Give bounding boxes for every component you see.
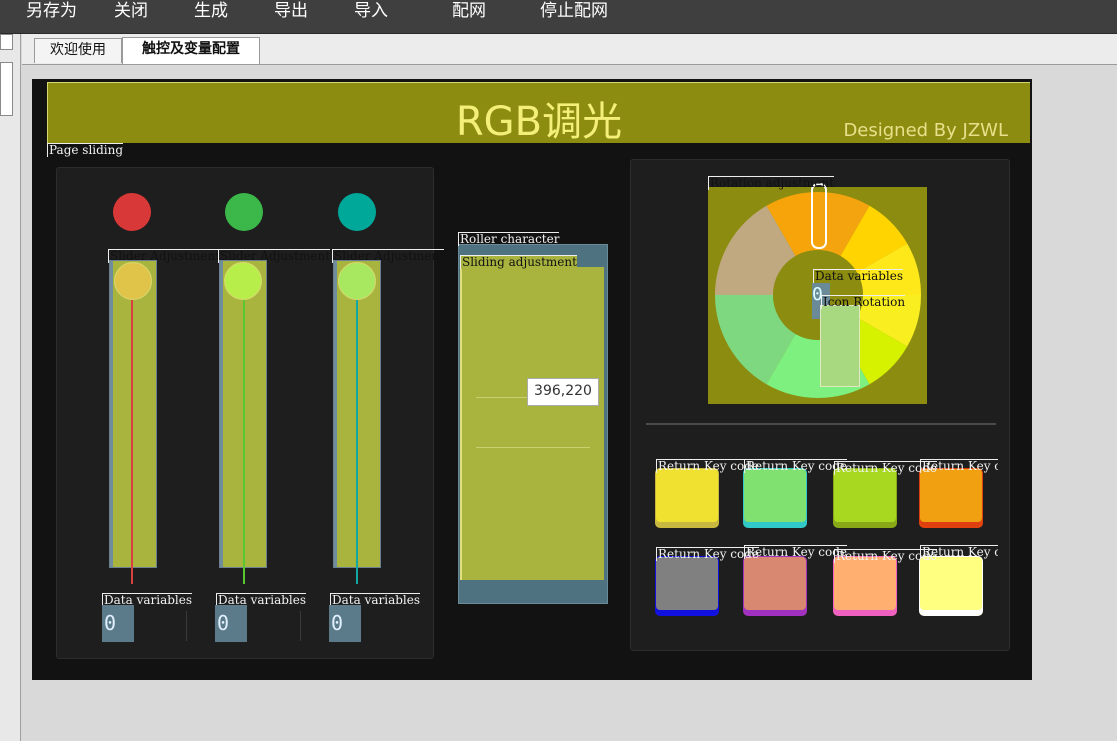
red-slider-track[interactable]	[109, 260, 157, 568]
green-indicator-dot	[225, 193, 263, 231]
gutter-handle[interactable]	[0, 34, 13, 50]
page-sliding-tag[interactable]: Page sliding	[47, 143, 124, 157]
return-key-yellow[interactable]	[656, 469, 718, 527]
red-slider-line	[131, 269, 133, 584]
return-key-tag[interactable]: Return Key code	[744, 459, 848, 473]
data-variables-tag[interactable]: Data variables	[813, 269, 904, 283]
menu-close[interactable]: 关闭	[114, 0, 148, 21]
return-key-light-green[interactable]	[744, 469, 806, 527]
panel-divider	[646, 423, 996, 425]
green-slider-line	[243, 269, 245, 584]
red-slider-tag[interactable]: Slider Adjustment	[108, 249, 221, 263]
tab-touch-variable-config[interactable]: 触控及变量配置	[122, 37, 260, 64]
coordinate-tooltip: 396,220	[527, 378, 599, 406]
return-key-peach[interactable]	[834, 557, 896, 615]
screen-subtitle: Designed By JZWL	[843, 120, 1008, 141]
return-key-tag[interactable]: Return Key code	[920, 459, 998, 473]
return-key-orange[interactable]	[920, 469, 982, 527]
tab-bar: 欢迎使用 触控及变量配置	[22, 34, 1117, 65]
gutter-panel[interactable]	[0, 62, 13, 116]
return-key-tag[interactable]: Return Key code	[920, 545, 998, 559]
return-key-salmon[interactable]	[744, 557, 806, 615]
menu-export[interactable]: 导出	[274, 0, 308, 21]
tab-welcome[interactable]: 欢迎使用	[34, 38, 122, 63]
roller-guide-line	[476, 447, 590, 448]
sliding-adjustment-area[interactable]	[460, 267, 604, 580]
sliding-adjustment-tag[interactable]: Sliding adjustment	[460, 255, 577, 269]
roller-character-tag[interactable]: Roller character	[458, 232, 560, 246]
red-value-display[interactable]: 0	[102, 605, 134, 642]
value-separator	[300, 611, 301, 641]
left-panel-gutter	[0, 34, 21, 741]
return-key-pale-yellow[interactable]	[920, 557, 982, 615]
cyan-slider-line	[356, 269, 358, 584]
cyan-slider-tag[interactable]: Slider Adjustment	[332, 249, 445, 263]
rotation-handle[interactable]	[811, 183, 827, 249]
value-separator	[186, 611, 187, 641]
title-banner: RGB调光 Designed By JZWL	[47, 82, 1030, 145]
menu-generate[interactable]: 生成	[194, 0, 228, 21]
menu-bar: 另存为 关闭 生成 导出 导入 配网 停止配网	[0, 0, 1117, 34]
cyan-indicator-dot	[338, 193, 376, 231]
green-value-display[interactable]: 0	[215, 605, 247, 642]
return-key-gray[interactable]	[656, 557, 718, 615]
rotation-icon[interactable]	[820, 305, 860, 387]
design-canvas[interactable]: RGB调光 Designed By JZWL Page sliding Slid…	[32, 79, 1032, 680]
red-indicator-dot	[113, 193, 151, 231]
icon-rotation-tag[interactable]: Icon Rotation	[821, 295, 906, 309]
menu-network-config[interactable]: 配网	[452, 0, 486, 21]
menu-save-as[interactable]: 另存为	[26, 0, 77, 21]
red-slider-knob[interactable]	[114, 262, 152, 300]
return-key-tag[interactable]: Return Key code	[744, 545, 848, 559]
menu-import[interactable]: 导入	[354, 0, 388, 21]
green-slider-tag[interactable]: Slider Adjustment	[218, 249, 331, 263]
cyan-slider-knob[interactable]	[338, 262, 376, 300]
rotation-adjustment-tag[interactable]: Rotation adjustment	[708, 176, 834, 190]
return-key-lime[interactable]	[834, 469, 896, 527]
cyan-value-display[interactable]: 0	[329, 605, 361, 642]
menu-stop-network-config[interactable]: 停止配网	[540, 0, 608, 21]
green-slider-knob[interactable]	[224, 262, 262, 300]
